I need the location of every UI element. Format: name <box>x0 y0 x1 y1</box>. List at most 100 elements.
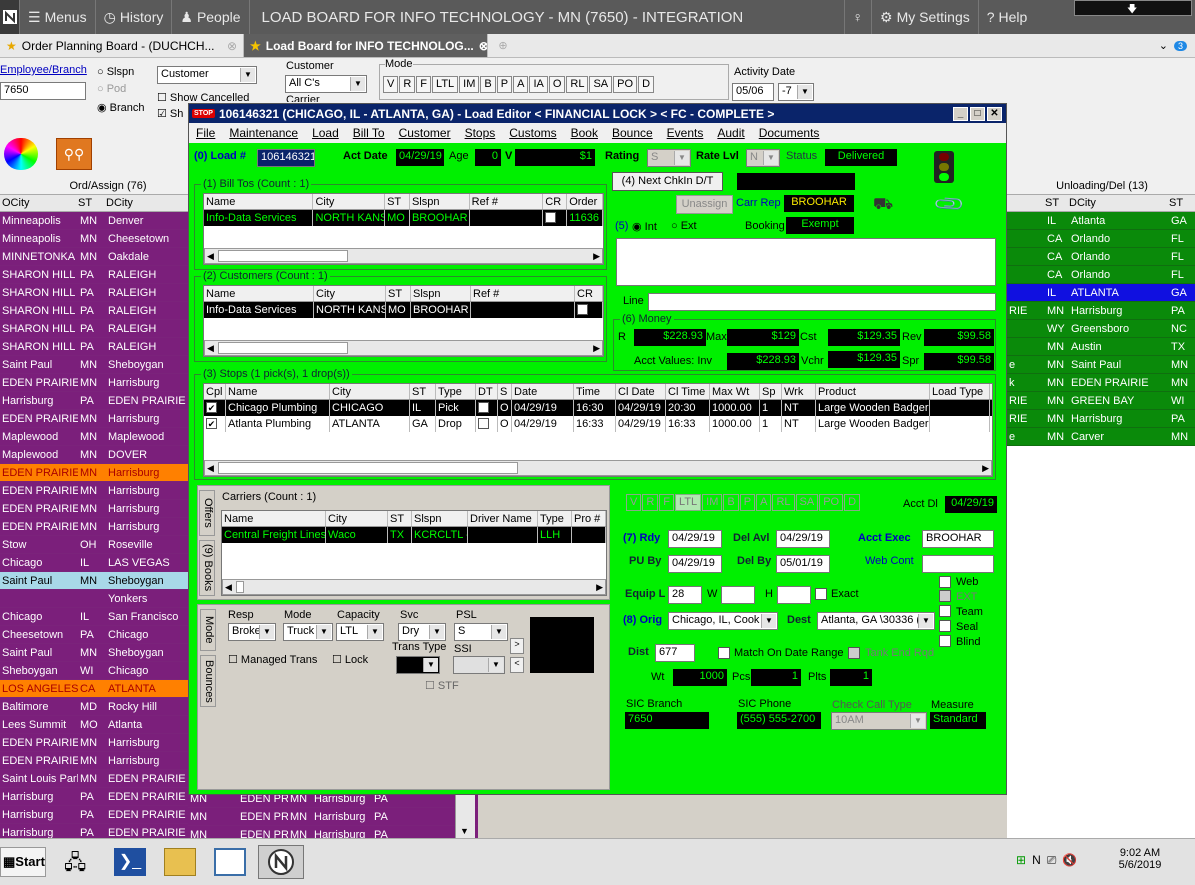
trans-type-select[interactable] <box>396 656 440 674</box>
mode-d-button[interactable]: D <box>638 76 655 93</box>
mode-rl-button[interactable]: RL <box>772 494 795 511</box>
ext-checkbox[interactable] <box>939 590 951 602</box>
match-date-range-checkbox[interactable] <box>718 647 730 659</box>
employee-branch-input[interactable]: 7650 <box>0 82 86 100</box>
table-row[interactable]: IL ATLANTA GA <box>1007 284 1195 302</box>
table-row[interactable]: EDEN PRAIRIE MN Harrisburg <box>0 734 214 752</box>
rate-lvl-select[interactable]: N <box>746 149 780 167</box>
employee-branch-label[interactable]: Employee/Branch <box>0 64 87 76</box>
notes-textarea[interactable] <box>616 238 996 286</box>
menu-load[interactable]: Load <box>305 126 346 140</box>
mode-f-button[interactable]: F <box>659 494 675 511</box>
mode-rl-button[interactable]: RL <box>566 76 589 93</box>
table-row[interactable]: RIE MN Harrisburg PA <box>1007 410 1195 428</box>
line-input[interactable] <box>648 293 996 311</box>
resp-select[interactable]: Broke <box>228 623 276 641</box>
del-by-input[interactable]: 05/01/19 <box>776 555 830 573</box>
table-row[interactable]: MINNETONKA MN Oakdale <box>0 248 214 266</box>
table-row[interactable]: Sheboygan WI Chicago <box>0 662 214 680</box>
rdy-input[interactable]: 04/29/19 <box>668 530 722 548</box>
folder-icon[interactable] <box>164 848 196 876</box>
web-cont-input[interactable] <box>922 555 994 573</box>
dt-checkbox[interactable] <box>478 402 489 413</box>
chevron-down-icon[interactable]: ⌄ <box>1159 39 1168 52</box>
table-row[interactable]: CA Orlando FL <box>1007 230 1195 248</box>
tank-end-checkbox[interactable] <box>848 647 860 659</box>
branch-radio[interactable]: ◉ Branch <box>97 101 145 114</box>
tab-load-board[interactable]: ★ Load Board for INFO TECHNOLOG... ⊗ <box>244 34 488 57</box>
w-input[interactable] <box>721 586 755 604</box>
powershell-icon[interactable]: ❯_ <box>114 848 146 876</box>
table-row[interactable]: Saint Paul MN Sheboygan <box>0 356 214 374</box>
mode-d-button[interactable]: D <box>844 494 861 511</box>
table-row[interactable]: EDEN PRAIRIE MN Harrisburg <box>0 518 214 536</box>
next-chkin-button[interactable]: (4) Next ChkIn D/T <box>612 172 723 191</box>
mode-ltl-button[interactable]: LTL <box>675 494 702 511</box>
notification-icon[interactable]: 3 <box>1173 40 1187 51</box>
mode-b-button[interactable]: B <box>723 494 739 511</box>
exact-checkbox[interactable] <box>815 588 827 600</box>
table-row[interactable]: Info-Data ServicesNORTH KANSAMOBROOHAR -… <box>204 210 603 226</box>
chevron-right-icon[interactable]: > <box>510 638 524 654</box>
network-icon[interactable]: ⎚ <box>1047 853 1057 868</box>
table-row[interactable]: MN Austin TX <box>1007 338 1195 356</box>
team-checkbox[interactable] <box>939 605 951 617</box>
capacity-select[interactable]: LTL <box>336 623 384 641</box>
table-row[interactable]: Central Freight LinesWacoTXKCRCLTL - ILL… <box>222 527 606 543</box>
table-row[interactable]: Saint Louis Park MN EDEN PRAIRIE <box>0 770 214 788</box>
mode-im-button[interactable]: IM <box>702 494 723 511</box>
table-row[interactable]: EDEN PRAIRIE MN Harrisburg <box>0 482 214 500</box>
table-row[interactable]: Lees Summit MO Atlanta <box>0 716 214 734</box>
table-row[interactable]: CA Orlando FL <box>1007 248 1195 266</box>
table-row[interactable]: Saint Paul MN Sheboygan <box>0 572 214 590</box>
menu-book[interactable]: Book <box>564 126 605 140</box>
mode-f-button[interactable]: F <box>416 76 432 93</box>
load-number-input[interactable]: 106146321 <box>257 149 315 167</box>
mode-select[interactable]: Truck <box>283 623 333 641</box>
table-row[interactable]: WY Greensboro NC <box>1007 320 1195 338</box>
sh-checkbox[interactable]: ☑ Sh <box>157 107 183 120</box>
menus-button[interactable]: ☰ Menus <box>20 0 96 34</box>
close-button[interactable]: ✕ <box>987 106 1002 121</box>
table-row[interactable]: Saint Paul MN Sheboygan <box>0 644 214 662</box>
shield-icon[interactable]: ⊞ <box>1016 853 1026 868</box>
tab-offers[interactable]: Offers <box>199 490 215 536</box>
orig-select[interactable]: Chicago, IL, Cook \ <box>668 612 778 630</box>
mode-po-button[interactable]: PO <box>819 494 844 511</box>
chevron-left-icon[interactable]: < <box>510 657 524 673</box>
loadboard-app-icon[interactable] <box>258 845 304 879</box>
dest-select[interactable]: Atlanta, GA \30336 ( <box>817 612 935 630</box>
tab-books[interactable]: (9) Books <box>199 540 215 596</box>
ext-radio[interactable]: ○ Ext <box>671 220 697 232</box>
mode-v-button[interactable]: V <box>383 76 399 93</box>
scrollbar-horizontal[interactable]: ◀ ▶ <box>204 340 603 356</box>
maximize-button[interactable]: □ <box>970 106 985 121</box>
window-app-icon[interactable] <box>214 848 246 876</box>
menu-audit[interactable]: Audit <box>710 126 751 140</box>
customer-select[interactable]: All C's <box>285 75 367 93</box>
table-row[interactable]: EDEN PRAIRIE MN Harrisburg <box>0 500 214 518</box>
mode-v-button[interactable]: V <box>626 494 642 511</box>
seal-checkbox[interactable] <box>939 620 951 632</box>
start-button[interactable]: ▦Start <box>0 847 46 877</box>
menu-stops[interactable]: Stops <box>458 126 503 140</box>
new-tab-icon[interactable]: ⊕ <box>488 34 518 57</box>
svc-select[interactable]: Dry <box>398 623 446 641</box>
mode-r-button[interactable]: R <box>642 494 659 511</box>
menu-maintenance[interactable]: Maintenance <box>222 126 305 140</box>
people-group-icon[interactable]: ⚲⚲ <box>56 138 92 170</box>
activity-offset-select[interactable]: -7 <box>778 83 814 101</box>
blind-checkbox[interactable] <box>939 635 951 647</box>
table-row[interactable]: EDEN PRAIRIE MN Harrisburg <box>0 752 214 770</box>
table-row[interactable]: Harrisburg PA EDEN PRAIRIE <box>0 806 214 824</box>
int-radio[interactable]: ◉ Int <box>632 220 657 233</box>
table-row[interactable]: e MN Saint Paul MN <box>1007 356 1195 374</box>
mode-sa-button[interactable]: SA <box>795 494 819 511</box>
table-row[interactable]: EDEN PRAIRIE MN Harrisburg <box>0 410 214 428</box>
tab-order-planning-board[interactable]: ★ Order Planning Board - (DUCHCH... ⊗ <box>0 34 244 57</box>
mode-b-button[interactable]: B <box>480 76 496 93</box>
scrollbar-vertical[interactable]: ▼ <box>455 790 475 838</box>
table-row[interactable]: Baltimore MD Rocky Hill <box>0 698 214 716</box>
table-row[interactable]: IL Atlanta GA <box>1007 212 1195 230</box>
mode-po-button[interactable]: PO <box>613 76 638 93</box>
